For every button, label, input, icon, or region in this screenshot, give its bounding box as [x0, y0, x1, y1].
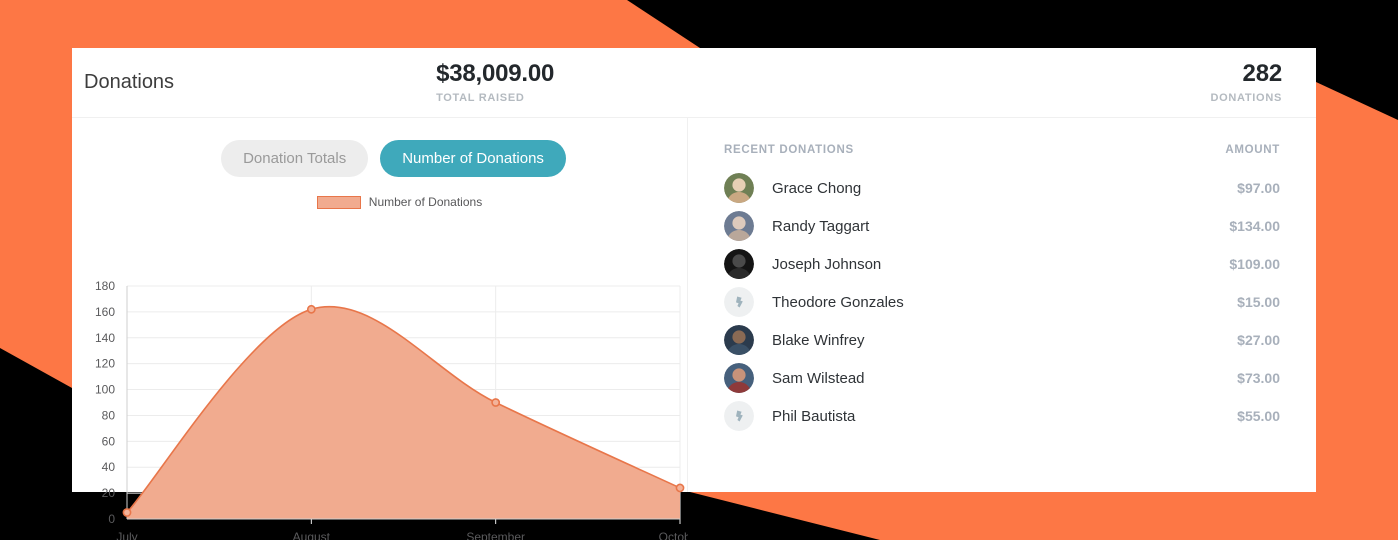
y-tick-label: 100 [95, 383, 115, 397]
donation-amount: $73.00 [1237, 370, 1280, 386]
donor-name: Theodore Gonzales [772, 293, 904, 311]
y-tick-label: 120 [95, 357, 115, 371]
data-point[interactable] [491, 398, 501, 407]
data-point[interactable] [122, 508, 132, 517]
donations-card: Donations $38,009.00 TOTAL RAISED 282 DO… [72, 48, 1316, 540]
donation-row[interactable]: Grace Chong $97.00 [724, 169, 1280, 207]
data-point[interactable] [675, 483, 685, 493]
x-tick-label: August [293, 530, 331, 540]
placeholder-avatar-icon [724, 287, 754, 317]
screen: Donations $38,009.00 TOTAL RAISED 282 DO… [0, 0, 1398, 540]
donation-amount: $55.00 [1237, 408, 1280, 424]
y-tick-label: 20 [102, 486, 116, 500]
donation-amount: $15.00 [1237, 294, 1280, 310]
donation-amount: $109.00 [1229, 256, 1280, 272]
y-tick-label: 0 [108, 512, 115, 526]
legend-swatch-number-of-donations [316, 195, 361, 209]
donor-name: Sam Wilstead [772, 369, 865, 387]
y-tick-label: 180 [95, 279, 115, 293]
chart-panel: Donation Totals Number of Donations Numb… [72, 118, 688, 540]
stat-total-raised: $38,009.00 TOTAL RAISED [436, 60, 555, 104]
total-raised-label: TOTAL RAISED [436, 91, 525, 104]
y-tick-label: 60 [102, 434, 116, 448]
page-title: Donations [84, 71, 175, 93]
data-point[interactable] [306, 304, 316, 314]
y-tick-label: 80 [102, 408, 116, 422]
stat-donations-count: 282 DONATIONS [1210, 60, 1283, 104]
donor-name: Grace Chong [772, 179, 862, 197]
card-body: Donation Totals Number of Donations Numb… [72, 118, 1316, 540]
total-raised-value: $38,009.00 [436, 60, 555, 88]
recent-donations-header: RECENT DONATIONS AMOUNT [724, 144, 1280, 156]
donation-amount: $97.00 [1237, 180, 1280, 196]
chart-x-tick-labels: July August September October [116, 530, 688, 540]
legend-label-number-of-donations: Number of Donations [368, 195, 483, 209]
donor-name: Joseph Johnson [772, 255, 882, 273]
donation-row[interactable]: Phil Bautista $55.00 [724, 397, 1280, 435]
donation-row[interactable]: Blake Winfrey $27.00 [724, 321, 1280, 359]
y-tick-label: 140 [95, 331, 115, 345]
x-tick-label: July [116, 530, 137, 540]
decorative-orange-shape-right [1316, 82, 1398, 492]
donations-count-label: DONATIONS [1210, 91, 1282, 104]
photo-older-man [724, 211, 754, 241]
donation-row[interactable]: Joseph Johnson $109.00 [724, 245, 1280, 283]
donation-row[interactable]: Randy Taggart $134.00 [724, 207, 1280, 245]
donor-name: Phil Bautista [772, 407, 856, 425]
photo-bearded-man [724, 325, 754, 355]
chart-mode-toggle-group: Donation Totals Number of Donations [72, 118, 687, 177]
tab-number-of-donations[interactable]: Number of Donations [380, 140, 566, 177]
placeholder-avatar-icon [724, 401, 754, 431]
chart-legend: Number of Donations [72, 195, 687, 209]
y-tick-label: 40 [102, 460, 116, 474]
tab-donation-totals[interactable]: Donation Totals [221, 140, 369, 177]
donations-count-value: 282 [1242, 60, 1283, 88]
area-chart-svg: 0 20 40 60 80 100 120 140 160 180 July August Septe… [95, 279, 688, 540]
donor-name: Randy Taggart [772, 217, 870, 235]
x-tick-label: September [466, 530, 525, 540]
recent-donations-list: Grace Chong $97.00 Randy Taggart $134.00 Jos… [724, 169, 1280, 435]
donation-row[interactable]: Sam Wilstead $73.00 [724, 359, 1280, 397]
decorative-orange-shape-bottom [690, 492, 1398, 540]
recent-donations-title: RECENT DONATIONS [724, 144, 854, 156]
chart-y-tick-labels: 0 20 40 60 80 100 120 140 160 180 [95, 279, 115, 526]
photo-man-red-shirt [724, 363, 754, 393]
donor-name: Blake Winfrey [772, 331, 865, 349]
photo-female-outdoors [724, 173, 754, 203]
area-chart[interactable]: 0 20 40 60 80 100 120 140 160 180 July August Septe… [72, 276, 688, 540]
decorative-orange-shape-left [0, 0, 72, 388]
donation-amount: $134.00 [1229, 218, 1280, 234]
x-tick-label: October [659, 530, 688, 540]
decorative-orange-shape-top [0, 0, 700, 48]
recent-donations-panel: RECENT DONATIONS AMOUNT Grace Chong $97.0… [688, 118, 1316, 492]
donation-row[interactable]: Theodore Gonzales $15.00 [724, 283, 1280, 321]
amount-column-title: AMOUNT [1225, 144, 1280, 156]
photo-man-dark [724, 249, 754, 279]
y-tick-label: 160 [95, 305, 115, 319]
donation-amount: $27.00 [1237, 332, 1280, 348]
card-header: Donations $38,009.00 TOTAL RAISED 282 DO… [72, 48, 1316, 118]
